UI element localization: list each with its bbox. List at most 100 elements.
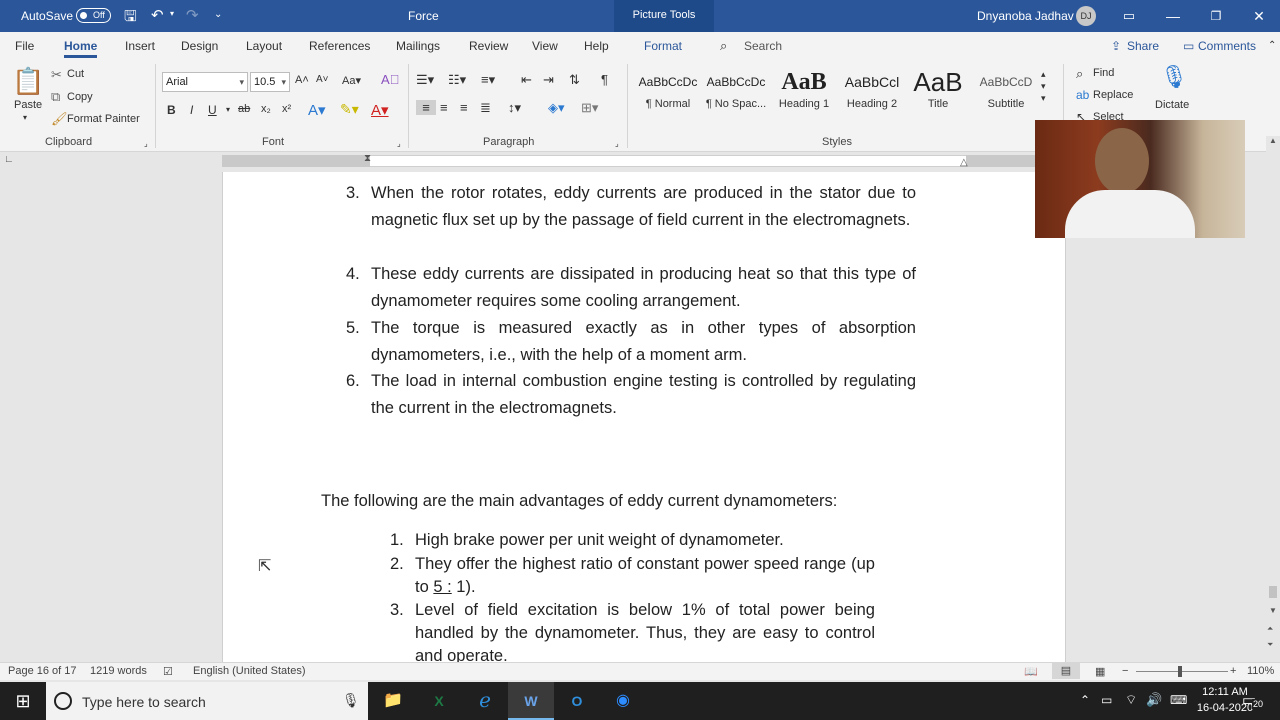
tab-insert[interactable]: Insert — [125, 32, 155, 60]
shrink-font-icon[interactable]: A˅ — [316, 74, 329, 85]
replace-button[interactable]: Replace — [1093, 89, 1133, 101]
scroll-up-icon[interactable]: ▲ — [1269, 136, 1277, 145]
clear-formatting-icon[interactable]: A⃠ — [381, 72, 399, 87]
tab-selector-icon[interactable]: ∟ — [4, 154, 14, 165]
taskbar-search[interactable]: Type here to search 🎙 — [46, 682, 368, 720]
underline-icon[interactable]: U — [208, 103, 217, 117]
zoom-in-icon[interactable]: + — [1230, 665, 1236, 677]
close-icon[interactable]: ✕ — [1237, 0, 1280, 32]
outlook-icon[interactable]: O — [554, 682, 600, 720]
decrease-indent-icon[interactable]: ⇤ — [521, 72, 532, 88]
page-count[interactable]: Page 16 of 17 — [8, 665, 77, 677]
increase-indent-icon[interactable]: ⇥ — [543, 72, 554, 88]
previous-page-icon[interactable]: ⏶ — [1267, 624, 1273, 634]
superscript-icon[interactable]: x² — [282, 103, 291, 115]
align-center-icon[interactable]: ≡ — [440, 100, 448, 115]
numbering-icon[interactable]: ☷▾ — [448, 72, 466, 88]
right-indent-marker-icon[interactable]: △ — [960, 157, 968, 168]
tab-file[interactable]: File — [15, 32, 34, 60]
justify-icon[interactable]: ≣ — [480, 100, 491, 116]
style-normal[interactable]: AaBbCcDc ¶ Normal — [634, 66, 702, 122]
borders-icon[interactable]: ⊞▾ — [581, 100, 598, 116]
style-heading-1[interactable]: AaB Heading 1 — [770, 66, 838, 122]
web-layout-icon[interactable]: ▦ — [1095, 665, 1105, 678]
word-count[interactable]: 1219 words — [90, 665, 147, 677]
wifi-icon[interactable]: ⌔ — [1125, 692, 1137, 708]
ribbon-display-icon[interactable]: ▭ — [1107, 0, 1151, 32]
tab-references[interactable]: References — [309, 32, 370, 60]
tab-layout[interactable]: Layout — [246, 32, 282, 60]
tab-mailings[interactable]: Mailings — [396, 32, 440, 60]
bold-icon[interactable]: B — [167, 103, 176, 117]
italic-icon[interactable]: I — [190, 103, 193, 117]
strikethrough-icon[interactable]: ab — [238, 103, 250, 115]
paste-dropdown-icon[interactable]: ▾ — [23, 113, 27, 122]
clipboard-launcher-icon[interactable]: ⌟ — [144, 139, 148, 148]
tab-review[interactable]: Review — [469, 32, 508, 60]
tab-home[interactable]: Home — [64, 32, 98, 60]
highlight-icon[interactable]: ✎▾ — [340, 101, 359, 118]
vertical-scrollbar[interactable]: ▲ ▼ ⏶ ⏷ — [1266, 136, 1280, 662]
microphone-icon[interactable]: 🎙 — [1160, 64, 1188, 90]
bullets-icon[interactable]: ☰▾ — [416, 72, 434, 88]
windows-start-icon[interactable]: ⊞ — [0, 682, 46, 720]
style-subtitle[interactable]: AaBbCcD Subtitle — [972, 66, 1040, 122]
style-heading-2[interactable]: AaBbCcl Heading 2 — [838, 66, 906, 122]
read-mode-icon[interactable]: 📖 — [1024, 665, 1038, 678]
word-icon[interactable]: W — [508, 682, 554, 720]
cut-button[interactable]: Cut — [67, 68, 84, 80]
font-color-icon[interactable]: A▾ — [371, 101, 389, 119]
autosave-toggle[interactable]: Off — [76, 8, 111, 23]
file-explorer-icon[interactable]: 📁 — [370, 682, 416, 720]
line-spacing-icon[interactable]: ↕▾ — [508, 100, 521, 116]
zoom-slider-thumb[interactable] — [1178, 666, 1182, 677]
change-case-icon[interactable]: Aa▾ — [342, 74, 361, 87]
share-button[interactable]: Share — [1127, 32, 1159, 60]
ime-icon[interactable]: ⌨ — [1170, 693, 1187, 707]
user-name[interactable]: Dnyanoba Jadhav — [977, 9, 1074, 23]
font-size-select[interactable]: 10.5 — [250, 72, 290, 92]
volume-icon[interactable]: 🔊 — [1146, 692, 1162, 708]
style-no-spacing[interactable]: AaBbCcDc ¶ No Spac... — [702, 66, 770, 122]
proofing-icon[interactable]: ☑ — [163, 665, 173, 678]
grow-font-icon[interactable]: A˄ — [295, 74, 309, 86]
tab-format[interactable]: Format — [644, 32, 682, 60]
font-launcher-icon[interactable]: ⌟ — [397, 139, 401, 148]
print-layout-icon[interactable]: ▤ — [1052, 663, 1080, 679]
microphone-icon[interactable]: 🎙 — [342, 692, 360, 709]
internet-explorer-icon[interactable]: ℯ — [462, 682, 508, 720]
minimize-icon[interactable]: — — [1151, 0, 1195, 32]
indent-marker-icon[interactable]: ⧗ — [364, 153, 371, 164]
sort-icon[interactable]: ⇅ — [569, 72, 580, 88]
underline-dropdown-icon[interactable]: ▾ — [226, 105, 230, 114]
font-name-select[interactable]: Arial — [162, 72, 248, 92]
zoom-app-icon[interactable]: ◉ — [600, 682, 646, 720]
subscript-icon[interactable]: x₂ — [261, 103, 271, 115]
styles-scroll-icon[interactable]: ▴ ▾ ▾ — [1041, 68, 1046, 104]
paste-icon[interactable]: 📋 — [12, 66, 44, 97]
zoom-out-icon[interactable]: − — [1122, 665, 1128, 677]
undo-dropdown-icon[interactable]: ▾ — [170, 9, 174, 18]
customize-toolbar-icon[interactable]: ⌄ — [214, 9, 222, 20]
avatar[interactable]: DJ — [1076, 6, 1096, 26]
tab-design[interactable]: Design — [181, 32, 218, 60]
collapse-ribbon-icon[interactable]: ⌃ — [1268, 32, 1276, 60]
tab-view[interactable]: View — [532, 32, 558, 60]
comments-button[interactable]: Comments — [1198, 32, 1256, 60]
scroll-thumb[interactable] — [1269, 586, 1277, 598]
battery-icon[interactable]: ▭ — [1101, 693, 1112, 707]
document-page[interactable]: 3. When the rotor rotates, eddy currents… — [222, 172, 1066, 662]
style-title[interactable]: AaB Title — [904, 66, 972, 122]
redo-icon[interactable]: ↷ — [186, 6, 199, 24]
align-right-icon[interactable]: ≡ — [460, 100, 468, 115]
taskbar-search-input[interactable]: Type here to search — [82, 694, 206, 710]
language-indicator[interactable]: English (United States) — [193, 665, 306, 677]
scroll-down-icon[interactable]: ▼ — [1269, 606, 1277, 615]
save-icon[interactable]: 🖫 — [124, 6, 137, 31]
shading-icon[interactable]: ◈▾ — [548, 100, 565, 116]
dictate-button[interactable]: Dictate — [1155, 99, 1189, 111]
paragraph-launcher-icon[interactable]: ⌟ — [615, 139, 619, 148]
find-button[interactable]: Find — [1093, 67, 1114, 79]
text-effects-icon[interactable]: A▾ — [308, 101, 326, 119]
zoom-level[interactable]: 110% — [1247, 665, 1274, 677]
